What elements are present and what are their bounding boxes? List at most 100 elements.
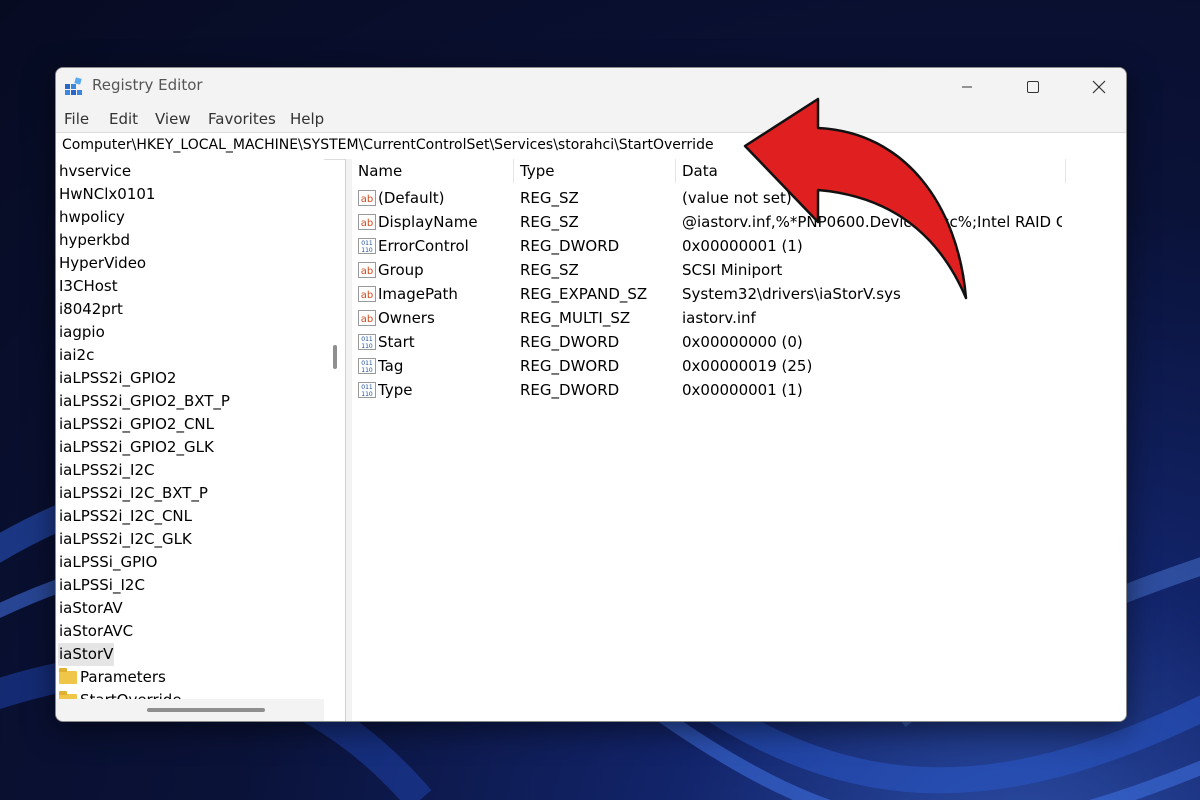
maximize-icon [1027, 81, 1039, 93]
binary-icon-text-top: 011 [361, 240, 373, 247]
tree-item-ialpssi-i2c[interactable]: iaLPSSi_I2C [58, 574, 146, 597]
value-data: 0x00000001 (1) [682, 381, 803, 399]
tree-item-hwnclx0101[interactable]: HwNClx0101 [58, 183, 156, 206]
close-icon [1092, 80, 1106, 94]
value-row[interactable]: ab ImagePath REG_EXPAND_SZ System32\driv… [352, 282, 1126, 306]
tree-item-ialpss2i-gpio2-glk[interactable]: iaLPSS2i_GPIO2_GLK [58, 436, 215, 459]
tree-item-hvservice[interactable]: hvservice [58, 160, 132, 183]
minimize-button[interactable] [944, 68, 990, 106]
value-row[interactable]: 011 110 Type REG_DWORD 0x00000001 (1) [352, 378, 1126, 402]
tree-item-ialpss2i-i2c[interactable]: iaLPSS2i_I2C [58, 459, 155, 482]
menu-favorites[interactable]: Favorites [208, 110, 276, 128]
value-type: REG_EXPAND_SZ [520, 285, 648, 303]
value-data: 0x00000019 (25) [682, 357, 813, 375]
tree-item-iastorv[interactable]: iaStorV [58, 643, 115, 666]
column-header-data[interactable]: Data [676, 159, 1066, 183]
key-tree: hvservice HwNClx0101 hwpolicy hyperkbd H… [56, 159, 324, 699]
values-list: Name Type Data ab (Default) REG_SZ (valu… [352, 159, 1126, 721]
menu-bar: File Edit View Favorites Help [56, 106, 1126, 132]
value-data: (value not set) [682, 189, 792, 207]
binary-value-icon: 011110 [358, 334, 376, 350]
value-type: REG_DWORD [520, 357, 620, 375]
binary-icon-text-top: 011 [361, 336, 373, 343]
registry-editor-icon [65, 77, 82, 95]
tree-item-ialpss2i-gpio2-cnl[interactable]: iaLPSS2i_GPIO2_CNL [58, 413, 215, 436]
address-bar[interactable]: Computer\HKEY_LOCAL_MACHINE\SYSTEM\Curre… [56, 132, 1126, 160]
value-data: SCSI Miniport [682, 261, 783, 279]
binary-icon-text-bottom: 110 [361, 367, 373, 374]
tree-item-iai2c[interactable]: iai2c [58, 344, 95, 367]
tree-item-ialpss2i-i2c-cnl[interactable]: iaLPSS2i_I2C_CNL [58, 505, 193, 528]
value-type: REG_DWORD [520, 381, 620, 399]
value-name: Tag [378, 357, 404, 375]
value-type: REG_SZ [520, 261, 579, 279]
value-data: 0x00000000 (0) [682, 333, 803, 351]
binary-value-icon: 011110 [358, 358, 376, 374]
string-icon-text: ab [361, 290, 373, 301]
value-row[interactable]: ab Owners REG_MULTI_SZ iastorv.inf [352, 306, 1126, 330]
value-data: 0x00000001 (1) [682, 237, 803, 255]
menu-edit[interactable]: Edit [109, 110, 138, 128]
column-header-name[interactable]: Name [352, 159, 514, 183]
tree-item-iastoravc[interactable]: iaStorAVC [58, 620, 134, 643]
string-value-icon: ab [358, 286, 376, 302]
tree-vertical-scrollbar[interactable] [333, 345, 337, 369]
binary-icon-text-top: 011 [361, 360, 373, 367]
close-button[interactable] [1076, 68, 1122, 106]
title-bar: Registry Editor [56, 68, 1126, 106]
value-name: Start [378, 333, 415, 351]
value-row[interactable]: 011 110 Tag REG_DWORD 0x00000019 (25) [352, 354, 1126, 378]
binary-value-icon: 011110 [358, 238, 376, 254]
value-type: REG_DWORD [520, 333, 620, 351]
tree-item-ialpss2i-i2c-glk[interactable]: iaLPSS2i_I2C_GLK [58, 528, 193, 551]
value-row[interactable]: 011 110 Start REG_DWORD 0x00000000 (0) [352, 330, 1126, 354]
tree-item-ialpss2i-i2c-bxt-p[interactable]: iaLPSS2i_I2C_BXT_P [58, 482, 209, 505]
tree-item-i3chost[interactable]: I3CHost [58, 275, 119, 298]
value-type: REG_SZ [520, 213, 579, 231]
column-header-type[interactable]: Type [514, 159, 676, 183]
address-path: Computer\HKEY_LOCAL_MACHINE\SYSTEM\Curre… [62, 137, 714, 153]
folder-icon [59, 668, 77, 684]
value-row[interactable]: ab DisplayName REG_SZ @iastorv.inf,%*PNP… [352, 210, 1126, 234]
menu-help[interactable]: Help [290, 110, 324, 128]
tree-item-ialpssi-gpio[interactable]: iaLPSSi_GPIO [58, 551, 158, 574]
value-type: REG_SZ [520, 189, 579, 207]
value-name: Owners [378, 309, 435, 327]
window-title: Registry Editor [92, 76, 203, 94]
value-row[interactable]: ab (Default) REG_SZ (value not set) [352, 186, 1126, 210]
value-type: REG_DWORD [520, 237, 620, 255]
string-value-icon: ab [358, 214, 376, 230]
tree-item-hwpolicy[interactable]: hwpolicy [58, 206, 126, 229]
tree-item-hypervideo[interactable]: HyperVideo [58, 252, 147, 275]
binary-icon-text-bottom: 110 [361, 247, 373, 254]
value-name: DisplayName [378, 213, 478, 231]
value-type: REG_MULTI_SZ [520, 309, 631, 327]
value-name: Group [378, 261, 424, 279]
value-data: System32\drivers\iaStorV.sys [682, 285, 901, 303]
string-value-icon: ab [358, 310, 376, 326]
binary-value-icon: 011110 [358, 382, 376, 398]
tree-horizontal-scrollbar[interactable] [147, 708, 265, 712]
value-name: Type [378, 381, 413, 399]
tree-item-hyperkbd[interactable]: hyperkbd [58, 229, 131, 252]
tree-horizontal-scrollbar-track [56, 699, 324, 721]
minimize-icon [962, 86, 972, 88]
tree-item-i8042prt[interactable]: i8042prt [58, 298, 124, 321]
value-row[interactable]: ab Group REG_SZ SCSI Miniport [352, 258, 1126, 282]
string-icon-text: ab [361, 218, 373, 229]
maximize-button[interactable] [1010, 68, 1056, 106]
menu-view[interactable]: View [155, 110, 191, 128]
menu-file[interactable]: File [64, 110, 89, 128]
value-row[interactable]: 011 110 ErrorControl REG_DWORD 0x00000001… [352, 234, 1126, 258]
tree-item-iagpio[interactable]: iagpio [58, 321, 106, 344]
tree-item-parameters[interactable]: Parameters [79, 666, 167, 689]
tree-item-startoverride[interactable]: StartOverride [79, 689, 183, 699]
string-icon-text: ab [361, 194, 373, 205]
string-value-icon: ab [358, 262, 376, 278]
string-value-icon: ab [358, 190, 376, 206]
string-icon-text: ab [361, 266, 373, 277]
binary-icon-text-top: 011 [361, 384, 373, 391]
tree-item-iastorav[interactable]: iaStorAV [58, 597, 124, 620]
tree-item-ialpss2i-gpio2[interactable]: iaLPSS2i_GPIO2 [58, 367, 177, 390]
tree-item-ialpss2i-gpio2-bxt-p[interactable]: iaLPSS2i_GPIO2_BXT_P [58, 390, 231, 413]
